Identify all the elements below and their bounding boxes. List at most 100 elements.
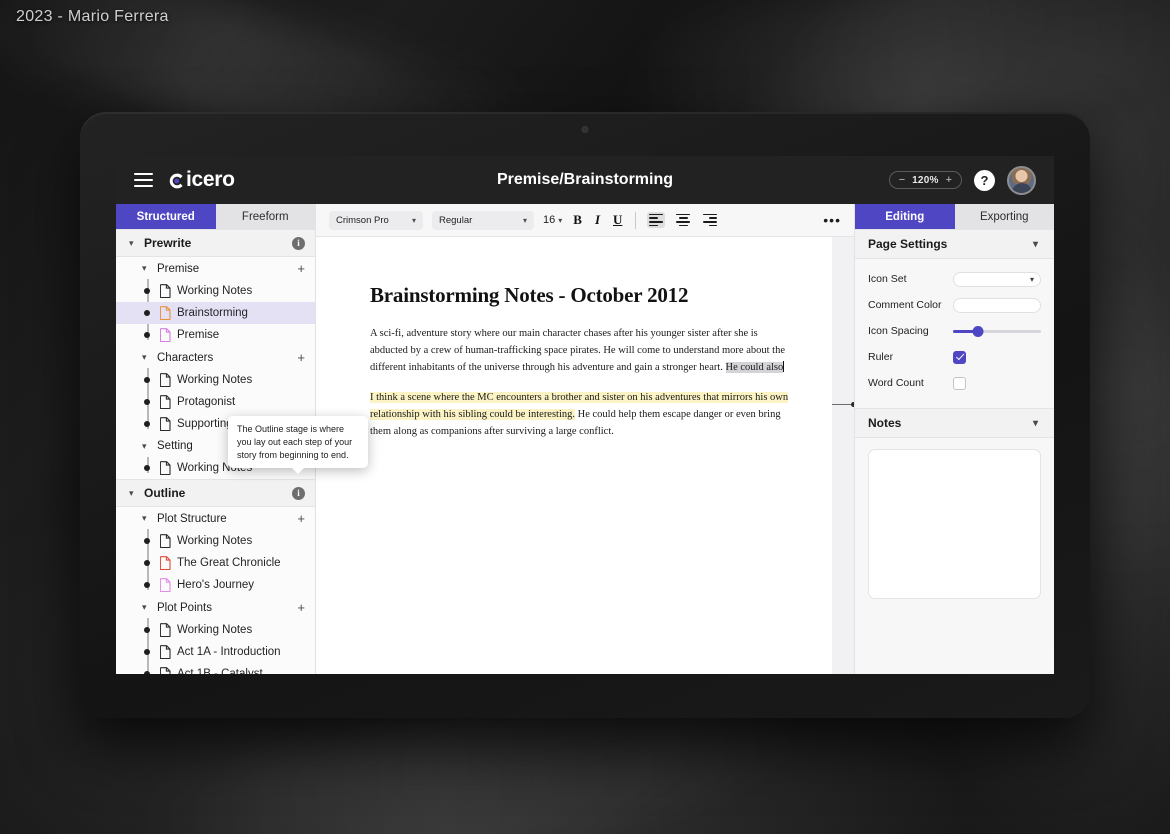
selected-text: He could also (725, 362, 784, 373)
font-family-select[interactable]: Crimson Pro ▾ (329, 210, 423, 230)
notes-header[interactable]: Notes ▾ (855, 408, 1054, 438)
document-file-icon (160, 461, 171, 475)
zoom-out-button[interactable]: − (899, 174, 905, 186)
icon-spacing-slider[interactable] (953, 324, 1041, 338)
document-file-icon (160, 534, 171, 548)
tree-node-dot-icon (144, 288, 150, 294)
info-icon[interactable]: i (292, 486, 305, 500)
group-name: Premise (157, 262, 200, 275)
app-screen: icero Premise/Brainstorming − 120% + ? S… (116, 156, 1054, 674)
tree-document-item[interactable]: Act 1A - Introduction (116, 641, 315, 663)
right-panel-tabs: Editing Exporting (855, 204, 1054, 229)
font-style-select[interactable]: Regular ▾ (432, 210, 534, 230)
tree-node-dot-icon (144, 538, 150, 544)
group-header-plot-structure[interactable]: ▾ Plot Structure + (116, 507, 315, 530)
group-name: Plot Points (157, 601, 212, 614)
tree-node-dot-icon (144, 627, 150, 633)
zoom-control[interactable]: − 120% + (888, 171, 962, 189)
document-page[interactable]: Brainstorming Notes - October 2012 A sci… (316, 237, 832, 674)
tab-structured[interactable]: Structured (116, 204, 216, 229)
leader-dot-icon (851, 401, 854, 407)
document-file-icon (160, 623, 171, 637)
tree-node-dot-icon (144, 310, 150, 316)
tab-freeform[interactable]: Freeform (215, 204, 315, 229)
stage-header-prewrite[interactable]: ▾ Prewrite i (116, 229, 315, 257)
underline-button[interactable]: U (611, 212, 624, 228)
user-avatar[interactable] (1007, 165, 1036, 195)
bold-button[interactable]: B (571, 212, 584, 228)
font-size-value: 16 (543, 214, 556, 226)
font-size-select[interactable]: 16 ▾ (543, 214, 562, 226)
setting-row-word-count: Word Count (868, 372, 1041, 394)
info-icon[interactable]: i (292, 236, 305, 250)
watermark: 2023 - Mario Ferrera (16, 8, 169, 25)
document-name: Hero's Journey (177, 579, 254, 591)
document-name: Act 1B - Catalyst (177, 668, 263, 674)
tree-document-item[interactable]: Hero's Journey (116, 574, 315, 596)
page-settings-header[interactable]: Page Settings ▾ (855, 229, 1054, 259)
add-document-button[interactable]: + (297, 351, 305, 364)
tree-node-dot-icon (144, 377, 150, 383)
align-right-button[interactable] (701, 212, 719, 228)
tree-document-item[interactable]: Working Notes (116, 369, 315, 391)
add-document-button[interactable]: + (297, 512, 305, 525)
chevron-down-icon: ▾ (129, 487, 134, 498)
tree-node-dot-icon (144, 421, 150, 427)
notes-textarea[interactable] (868, 449, 1041, 599)
group-header-premise[interactable]: ▾ Premise + (116, 257, 315, 280)
tree-node-dot-icon (144, 465, 150, 471)
tab-editing[interactable]: Editing (855, 204, 955, 229)
cicero-c-icon (168, 171, 185, 190)
setting-row-icon-spacing: Icon Spacing (868, 320, 1041, 342)
more-options-icon[interactable]: ••• (823, 213, 841, 227)
icon-set-select[interactable]: ▾ (953, 271, 1041, 287)
tree-document-item[interactable]: Working Notes (116, 619, 315, 641)
chevron-down-icon: ▾ (142, 513, 147, 523)
tree-node-dot-icon (144, 671, 150, 674)
tree-node-dot-icon (144, 649, 150, 655)
chevron-down-icon: ▾ (142, 440, 147, 451)
paragraph-1-text: A sci-fi, adventure story where our main… (370, 328, 785, 373)
align-left-button[interactable] (647, 212, 666, 228)
setting-row-ruler: Ruler (868, 346, 1041, 368)
align-center-button[interactable] (674, 212, 692, 228)
editor-canvas: Brainstorming Notes - October 2012 A sci… (316, 237, 854, 674)
italic-button[interactable]: I (593, 212, 602, 228)
word-count-checkbox[interactable] (953, 376, 966, 390)
document-paragraph-2[interactable]: I think a scene where the MC encounters … (370, 389, 794, 440)
help-icon[interactable]: ? (974, 169, 995, 191)
ruler-checkbox[interactable] (953, 350, 966, 364)
tree-document-item[interactable]: Premise (116, 324, 315, 346)
document-name: Premise (177, 329, 220, 341)
group-header-plot-points[interactable]: ▾ Plot Points + (116, 596, 315, 619)
slider-knob[interactable] (972, 325, 984, 337)
group-header-characters[interactable]: ▾ Characters + (116, 346, 315, 369)
group-name: Setting (157, 440, 193, 452)
comment-color-swatch[interactable] (953, 297, 1041, 313)
document-file-icon (160, 667, 171, 674)
tab-exporting[interactable]: Exporting (954, 204, 1054, 229)
tree-document-item[interactable]: Protagonist (116, 391, 315, 413)
add-document-button[interactable]: + (297, 262, 305, 275)
document-file-icon (160, 556, 171, 570)
tree-document-item[interactable]: Working Notes (116, 530, 315, 552)
document-title: Premise/Brainstorming (496, 171, 674, 188)
chevron-down-icon: ▾ (1033, 238, 1039, 250)
tree-document-item[interactable]: The Great Chronicle (116, 552, 315, 574)
zoom-in-button[interactable]: + (946, 174, 952, 186)
tree-document-item[interactable]: Working Notes (116, 280, 315, 302)
document-paragraph-1[interactable]: A sci-fi, adventure story where our main… (370, 325, 794, 376)
chevron-down-icon: ▾ (142, 263, 147, 273)
page-settings-title: Page Settings (868, 237, 948, 251)
tree-document-item[interactable]: Brainstorming (116, 302, 315, 324)
app-logo-text: icero (186, 168, 235, 191)
group-block: ▾ Premise + Working Notes Brainstorming Premi… (116, 257, 315, 346)
text-cursor (783, 361, 785, 372)
margin-gutter (832, 237, 854, 674)
tree-document-item[interactable]: Act 1B - Catalyst (116, 663, 315, 674)
hamburger-menu-icon[interactable] (134, 173, 153, 187)
stage-header-outline[interactable]: ▾ Outline i (116, 479, 315, 507)
sidebar-tabs: Structured Freeform (116, 204, 315, 229)
setting-row-comment-color: Comment Color (868, 294, 1041, 316)
add-document-button[interactable]: + (297, 601, 305, 614)
